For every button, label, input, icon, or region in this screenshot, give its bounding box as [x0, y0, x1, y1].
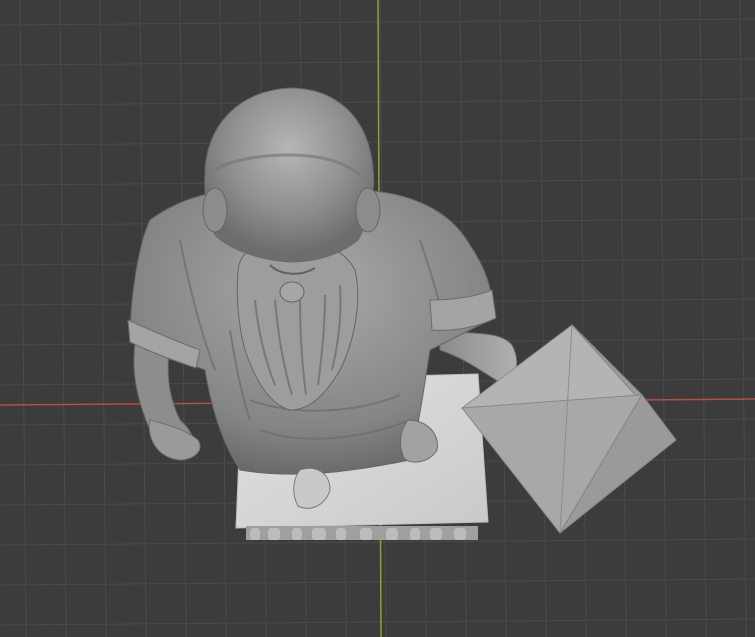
viewport-canvas[interactable] — [0, 0, 755, 637]
3d-viewport[interactable] — [0, 0, 755, 637]
